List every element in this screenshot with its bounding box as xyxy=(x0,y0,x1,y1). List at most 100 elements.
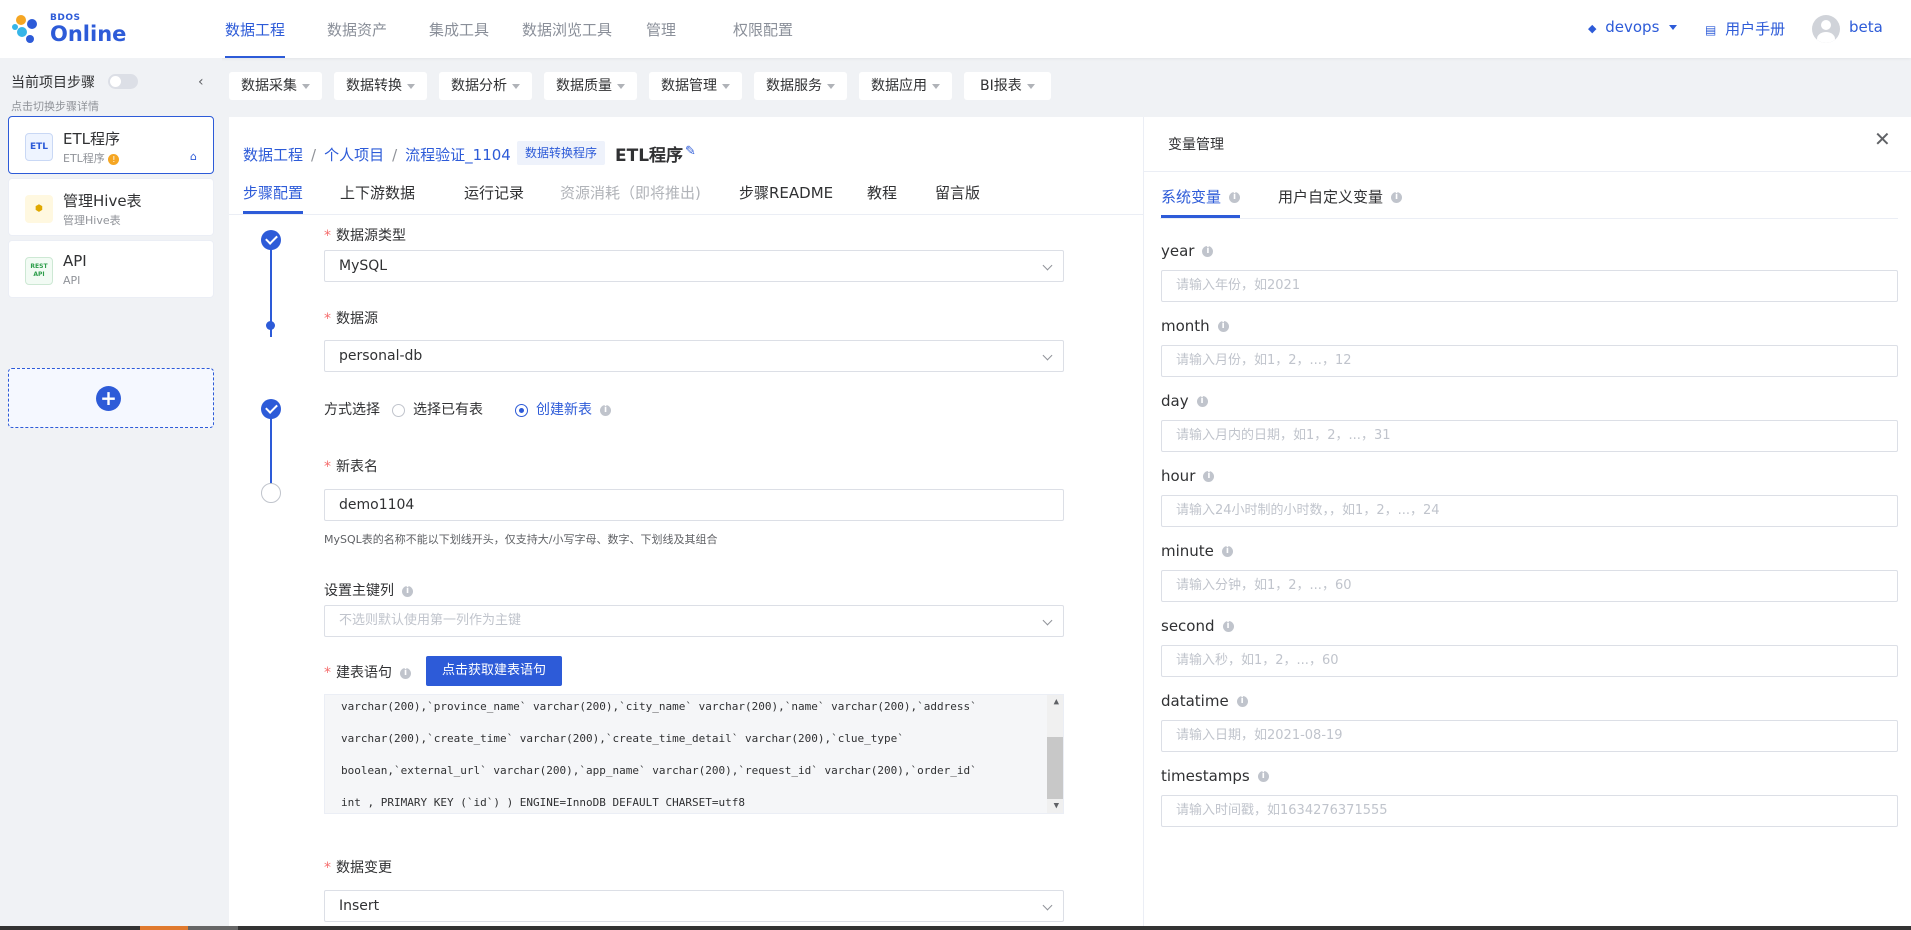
primary-key-select[interactable]: 不选则默认使用第一列作为主键 xyxy=(324,605,1064,637)
user-icon[interactable]: ⌂ xyxy=(190,150,197,163)
tab-readme[interactable]: 步骤README xyxy=(739,182,833,214)
ddl-label: * 建表语句 i xyxy=(324,662,411,682)
var-label-datatime: datatime i xyxy=(1161,692,1248,710)
nav-management[interactable]: 管理 xyxy=(646,0,676,58)
taskbar-segment xyxy=(140,926,188,930)
nav-integration-tools[interactable]: 集成工具 xyxy=(429,0,489,58)
var-input-year[interactable]: 请输入年份，如2021 xyxy=(1161,270,1898,302)
workspace-dropdown[interactable]: ◆ devops xyxy=(1588,18,1678,36)
radio-icon xyxy=(392,403,405,417)
chevron-down-icon xyxy=(1042,260,1053,271)
step-sub: API xyxy=(63,274,81,287)
info-icon: i xyxy=(400,667,411,679)
sidebar-subtitle: 点击切换步骤详情 xyxy=(11,100,99,113)
category-data-application[interactable]: 数据应用 xyxy=(859,72,952,100)
step-done-icon xyxy=(261,399,281,419)
steps-toggle[interactable] xyxy=(108,74,138,89)
category-bi-report[interactable]: BI报表 xyxy=(964,72,1051,100)
var-input-month[interactable]: 请输入月份，如1，2，...，12 xyxy=(1161,345,1898,377)
bdos-logo[interactable]: BDOS Online xyxy=(10,10,126,46)
tab-message-board[interactable]: 留言版 xyxy=(935,182,980,214)
step-card-hive[interactable]: ⬢ 管理Hive表 管理Hive表 xyxy=(8,178,214,236)
nav-data-browse-tools[interactable]: 数据浏览工具 xyxy=(522,0,612,58)
plus-icon: + xyxy=(96,386,121,411)
new-table-name-input[interactable]: demo1104 xyxy=(324,489,1064,521)
category-data-quality[interactable]: 数据质量 xyxy=(544,72,637,100)
chevron-down-icon xyxy=(302,83,310,89)
tab-run-records[interactable]: 运行记录 xyxy=(464,182,524,214)
step-name: API xyxy=(63,252,87,270)
step-type-tag: 数据转换程序 xyxy=(517,141,606,165)
step-card-api[interactable]: REST API API API xyxy=(8,240,214,298)
tab-resource-usage: 资源消耗（即将推出) xyxy=(560,184,701,202)
data-change-label: * 数据变更 xyxy=(324,860,392,876)
code-line: boolean,`external_url` varchar(200),`app… xyxy=(341,764,977,777)
breadcrumb-item[interactable]: 数据工程 xyxy=(243,146,303,164)
tab-user-variables[interactable]: 用户自定义变量 i xyxy=(1278,186,1403,218)
nav-permissions[interactable]: 权限配置 xyxy=(733,0,793,58)
nav-data-assets[interactable]: 数据资产 xyxy=(327,0,387,58)
category-data-collection[interactable]: 数据采集 xyxy=(229,72,322,100)
category-data-transform[interactable]: 数据转换 xyxy=(334,72,427,100)
nav-data-engineering[interactable]: 数据工程 xyxy=(225,0,286,58)
chevron-down-icon xyxy=(1042,350,1053,361)
info-icon: i xyxy=(402,585,413,597)
close-icon[interactable]: ✕ xyxy=(1874,127,1891,151)
var-input-hour[interactable]: 请输入24小时制的小时数，，如1，2，...，24 xyxy=(1161,495,1898,527)
add-step-button[interactable]: + xyxy=(8,368,214,428)
mode-option-new[interactable]: 创建新表 i xyxy=(515,399,611,419)
mode-option-existing[interactable]: 选择已有表 xyxy=(392,399,483,419)
user-avatar[interactable] xyxy=(1812,15,1840,43)
tab-tutorial[interactable]: 教程 xyxy=(867,182,897,214)
warning-icon: ! xyxy=(108,154,120,165)
var-input-day[interactable]: 请输入月内的日期，如1，2，...，31 xyxy=(1161,420,1898,452)
collapse-icon[interactable]: ‹ xyxy=(198,74,204,90)
chevron-down-icon xyxy=(1669,25,1678,30)
chevron-down-icon xyxy=(407,83,415,89)
breadcrumb-item[interactable]: 个人项目 xyxy=(324,146,384,164)
var-label-minute: minute i xyxy=(1161,542,1233,560)
edit-icon[interactable]: ✎ xyxy=(685,144,696,159)
var-input-datatime[interactable]: 请输入日期，如2021-08-19 xyxy=(1161,720,1898,752)
logo-icon xyxy=(12,15,37,43)
ddl-textarea[interactable]: varchar(200),`province_name` varchar(200… xyxy=(324,694,1064,814)
breadcrumb-item[interactable]: 流程验证_1104 xyxy=(405,146,511,164)
user-manual-label: 用户手册 xyxy=(1725,20,1786,38)
tab-upstream-downstream[interactable]: 上下游数据 xyxy=(340,182,415,214)
info-icon: i xyxy=(1217,321,1229,332)
tabs-divider xyxy=(229,214,1143,215)
table-name-hint: MySQL表的名称不能以下划线开头，仅支持大/小写字母、数字、下划线及其组合 xyxy=(324,533,718,546)
etl-icon: ETL xyxy=(25,133,53,161)
breadcrumb: 数据工程 / 个人项目 / 流程验证_1104 xyxy=(243,146,511,164)
data-change-select[interactable]: Insert xyxy=(324,890,1064,922)
var-input-second[interactable]: 请输入秒，如1，2，...，60 xyxy=(1161,645,1898,677)
brand-big: Online xyxy=(50,22,127,46)
datasource-label: * 数据源 xyxy=(324,311,378,327)
datasource-type-select[interactable]: MySQL xyxy=(324,250,1064,282)
steps-sidebar: 当前项目步骤 ‹ 点击切换步骤详情 ETL ETL程序 ETL程序 ! ⌂ ⬢ … xyxy=(0,58,222,930)
var-input-minute[interactable]: 请输入分钟，如1，2，...，60 xyxy=(1161,570,1898,602)
scrollbar-thumb[interactable] xyxy=(1047,737,1063,799)
info-icon: i xyxy=(1236,696,1248,707)
category-data-service[interactable]: 数据服务 xyxy=(754,72,847,100)
info-icon: i xyxy=(1196,396,1208,407)
step-card-etl[interactable]: ETL ETL程序 ETL程序 ! ⌂ xyxy=(8,116,214,174)
get-ddl-button[interactable]: 点击获取建表语句 xyxy=(426,656,563,686)
scroll-down-icon[interactable]: ▼ xyxy=(1054,801,1059,811)
tab-system-variables[interactable]: 系统变量 i xyxy=(1161,186,1241,218)
user-manual-link[interactable]: ▤ 用户手册 xyxy=(1705,18,1785,39)
var-input-timestamps[interactable]: 请输入时间戳，如1634276371555 xyxy=(1161,795,1898,827)
rest-api-icon: REST API xyxy=(25,257,53,285)
hive-icon: ⬢ xyxy=(25,195,53,223)
sidebar-title: 当前项目步骤 xyxy=(11,75,95,91)
category-data-management[interactable]: 数据管理 xyxy=(649,72,742,100)
tab-step-config[interactable]: 步骤配置 xyxy=(243,182,304,214)
category-data-analysis[interactable]: 数据分析 xyxy=(439,72,532,100)
step-sub: 管理Hive表 xyxy=(63,214,121,227)
datasource-select[interactable]: personal-db xyxy=(324,340,1064,372)
info-icon: i xyxy=(1203,471,1215,482)
scroll-up-icon[interactable]: ▲ xyxy=(1054,697,1059,707)
info-icon: i xyxy=(1222,621,1234,632)
username[interactable]: beta xyxy=(1849,18,1883,36)
primary-key-label: 设置主键列 i xyxy=(324,580,413,600)
